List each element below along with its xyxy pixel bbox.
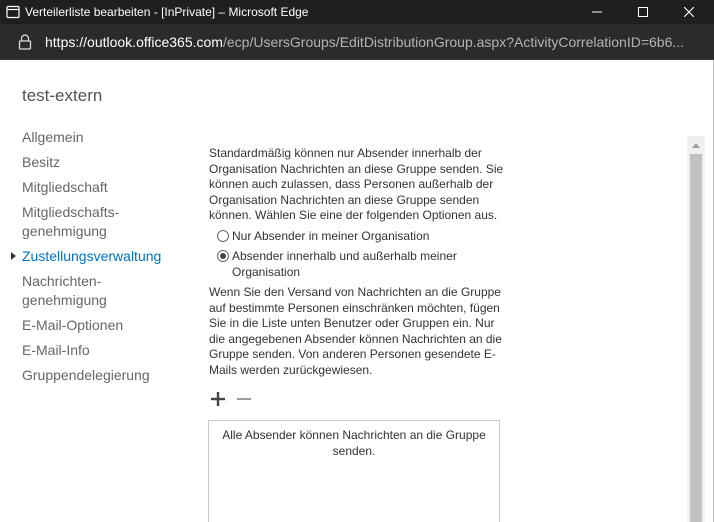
url-host: outlook.office365.com [87, 34, 223, 50]
radio-button-checked[interactable] [217, 250, 229, 262]
delivery-management-panel: Standardmäßig können nur Absender innerh… [209, 146, 507, 378]
scroll-up-button[interactable] [687, 136, 705, 154]
address-bar[interactable]: https://outlook.office365.com/ecp/UsersG… [0, 24, 714, 60]
nav-item-besitz[interactable]: Besitz [22, 153, 202, 172]
lock-icon[interactable] [18, 34, 32, 55]
vertical-scrollbar[interactable] [687, 136, 705, 522]
side-nav: Allgemein Besitz Mitgliedschaft Mitglied… [11, 128, 202, 391]
scrollbar-thumb[interactable] [690, 154, 702, 522]
restrict-senders-text: Wenn Sie den Versand von Nachrichten an … [209, 285, 502, 377]
selected-arrow-icon [11, 252, 16, 260]
nav-item-email-optionen[interactable]: E-Mail-Optionen [22, 316, 202, 335]
intro-text: Standardmäßig können nur Absender innerh… [209, 146, 504, 222]
nav-item-allgemein[interactable]: Allgemein [22, 128, 202, 147]
url-text[interactable]: https://outlook.office365.com/ecp/UsersG… [45, 34, 705, 50]
radio-option-internal-only[interactable]: Nur Absender in meiner Organisation [209, 229, 507, 245]
window-title: Verteilerliste bearbeiten - [InPrivate] … [25, 5, 309, 19]
edge-page-icon [6, 5, 20, 19]
nav-item-label: Zustellungsverwaltung [22, 248, 162, 264]
close-icon [684, 7, 694, 17]
allowed-senders-list[interactable]: Alle Absender können Nachrichten an die … [208, 420, 500, 522]
chevron-up-icon [692, 142, 700, 148]
nav-item-zustellungsverwaltung[interactable]: Zustellungsverwaltung [11, 247, 202, 266]
nav-item-mitgliedschaft[interactable]: Mitgliedschaft [22, 178, 202, 197]
minimize-button[interactable] [574, 0, 620, 24]
radio-button[interactable] [217, 229, 229, 242]
url-scheme: https:// [45, 34, 88, 50]
minimize-icon [592, 11, 602, 13]
radio-label: Nur Absender in meiner Organisation [232, 228, 430, 243]
nav-item-mitgliedschaftsgenehmigung[interactable]: Mitgliedschafts- genehmigung [22, 203, 202, 241]
nav-item-nachrichtengenehmigung[interactable]: Nachrichten- genehmigung [22, 272, 202, 310]
add-button[interactable] [210, 391, 226, 407]
empty-list-message: Alle Absender können Nachrichten an die … [222, 428, 486, 458]
remove-button[interactable] [236, 391, 252, 407]
radio-label: Absender innerhalb und außerhalb meiner … [232, 249, 457, 279]
maximize-button[interactable] [620, 0, 666, 24]
close-button[interactable] [666, 0, 712, 24]
add-icon [211, 392, 225, 406]
window-titlebar: Verteilerliste bearbeiten - [InPrivate] … [0, 0, 714, 24]
remove-icon [237, 398, 251, 400]
radio-option-internal-external[interactable]: Absender innerhalb und außerhalb meiner … [209, 249, 507, 280]
maximize-icon [638, 7, 648, 17]
nav-item-gruppendelegierung[interactable]: Gruppendelegierung [22, 366, 202, 385]
dialog-title: test-extern [22, 86, 103, 105]
url-path: /ecp/UsersGroups/EditDistributionGroup.a… [222, 34, 685, 50]
nav-item-email-info[interactable]: E-Mail-Info [22, 341, 202, 360]
